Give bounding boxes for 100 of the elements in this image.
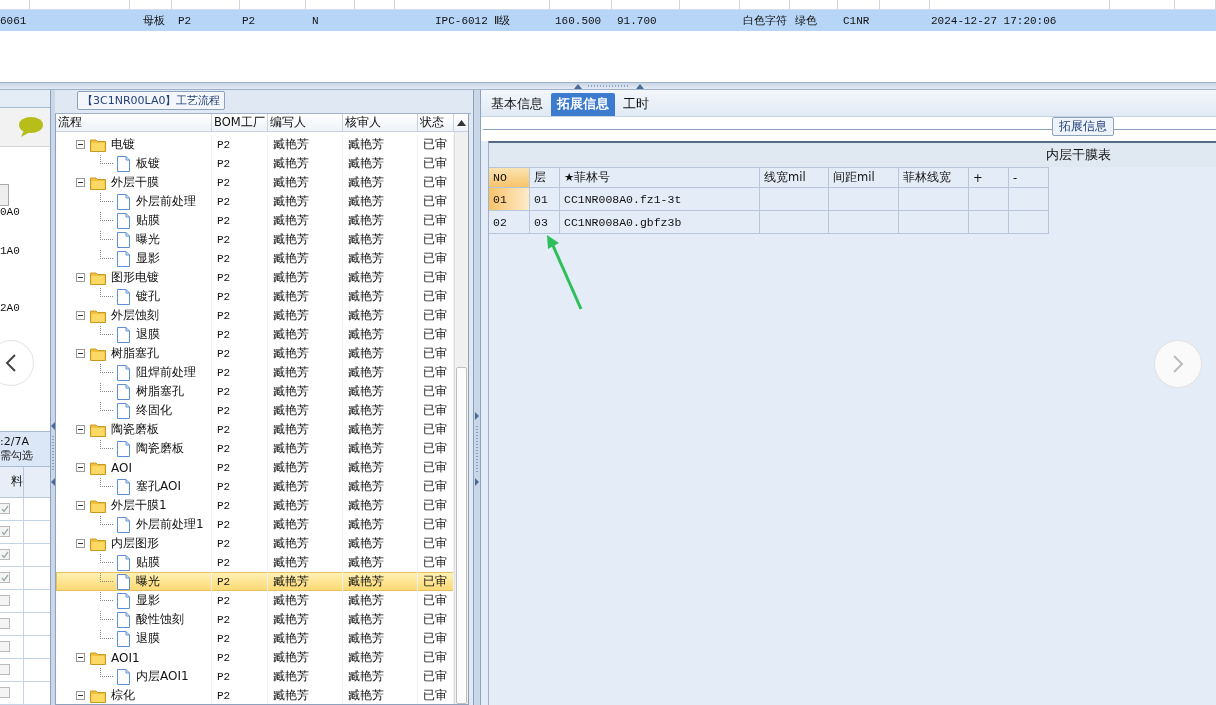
tree-row[interactable]: 退膜 P2 臧艳芳 臧艳芳 已审 <box>56 325 454 344</box>
tree-row[interactable]: 图形电镀 P2 臧艳芳 臧艳芳 已审 <box>56 268 454 287</box>
empty-cell[interactable] <box>760 188 829 211</box>
checkbox[interactable] <box>0 549 10 561</box>
tree-row[interactable]: 阻焊前处理 P2 臧艳芳 臧艳芳 已审 <box>56 363 454 382</box>
row-number-cell[interactable]: 01 <box>489 188 530 211</box>
checkbox[interactable] <box>0 687 10 699</box>
column-header[interactable]: 编写人 <box>268 114 343 131</box>
tab[interactable]: 拓展信息 <box>551 93 615 116</box>
checkbox[interactable] <box>0 618 10 630</box>
checkbox[interactable] <box>0 664 10 676</box>
checkbox[interactable] <box>0 526 10 538</box>
splitter-bar[interactable] <box>473 90 481 705</box>
tree-row[interactable]: 外层前处理1 P2 臧艳芳 臧艳芳 已审 <box>56 515 454 534</box>
table-cell: 臧艳芳 <box>273 326 309 343</box>
column-header[interactable]: - <box>1009 167 1049 188</box>
table-cell: 臧艳芳 <box>273 383 309 400</box>
previous-button[interactable] <box>0 340 34 386</box>
tree-row[interactable]: 外层干膜 P2 臧艳芳 臧艳芳 已审 <box>56 173 454 192</box>
tree-row[interactable]: 酸性蚀刻 P2 臧艳芳 臧艳芳 已审 <box>56 610 454 629</box>
collapse-toggle-icon[interactable] <box>76 311 85 320</box>
collapse-toggle-icon[interactable] <box>76 501 85 510</box>
collapse-toggle-icon[interactable] <box>76 463 85 472</box>
table-cell: 已审 <box>423 573 447 590</box>
collapse-toggle-icon[interactable] <box>76 425 85 434</box>
tree-row[interactable]: 内层AOI1 P2 臧艳芳 臧艳芳 已审 <box>56 667 454 686</box>
column-header[interactable]: 线宽mil <box>760 167 829 188</box>
row-number-cell[interactable]: 02 <box>489 211 530 234</box>
table-cell: 臧艳芳 <box>348 288 384 305</box>
checkbox[interactable] <box>0 641 10 653</box>
tree-line <box>100 287 113 297</box>
empty-cell[interactable] <box>899 211 969 234</box>
scrollbar[interactable] <box>454 132 468 704</box>
collapse-toggle-icon[interactable] <box>76 178 85 187</box>
tree-row[interactable]: 外层蚀刻 P2 臧艳芳 臧艳芳 已审 <box>56 306 454 325</box>
tree-row[interactable]: 板镀 P2 臧艳芳 臧艳芳 已审 <box>56 154 454 173</box>
checkbox[interactable] <box>0 503 10 515</box>
tree-row[interactable]: 树脂塞孔 P2 臧艳芳 臧艳芳 已审 <box>56 382 454 401</box>
document-icon <box>116 155 131 172</box>
tree-row[interactable]: 塞孔AOI P2 臧艳芳 臧艳芳 已审 <box>56 477 454 496</box>
collapse-toggle-icon[interactable] <box>76 653 85 662</box>
table-row[interactable]: 6061 母板 P2 P2 N IPC-6012 Ⅱ级 160.500 91.700 白色字符 绿色 C1NR 2024-12-27 17:20:06 <box>0 10 1216 31</box>
collapse-toggle-icon[interactable] <box>76 273 85 282</box>
scroll-up-icon[interactable] <box>456 119 466 126</box>
tab[interactable]: 基本信息 <box>485 93 549 116</box>
table-cell: 臧艳芳 <box>348 326 384 343</box>
table-cell: 臧艳芳 <box>348 231 384 248</box>
tree-row[interactable]: 内层图形 P2 臧艳芳 臧艳芳 已审 <box>56 534 454 553</box>
table-cell: 已审 <box>423 497 447 514</box>
checkbox[interactable] <box>0 572 10 584</box>
splitter-bar[interactable] <box>51 90 55 705</box>
column-header[interactable]: + <box>969 167 1009 188</box>
tree-row[interactable]: 显影 P2 臧艳芳 臧艳芳 已审 <box>56 591 454 610</box>
tab[interactable]: 工时 <box>617 93 655 116</box>
collapse-toggle-icon[interactable] <box>76 349 85 358</box>
tree-row[interactable]: 陶瓷磨板 P2 臧艳芳 臧艳芳 已审 <box>56 439 454 458</box>
tree-row[interactable]: 曝光 P2 臧艳芳 臧艳芳 已审 <box>56 230 454 249</box>
table-cell: P2 <box>217 556 231 569</box>
empty-cell[interactable] <box>760 211 829 234</box>
tree-row[interactable]: 显影 P2 臧艳芳 臧艳芳 已审 <box>56 249 454 268</box>
tree-row[interactable]: 曝光 P2 臧艳芳 臧艳芳 已审 <box>56 572 454 591</box>
column-header[interactable]: 层 <box>530 167 560 188</box>
empty-cell[interactable] <box>1009 211 1049 234</box>
column-header[interactable]: 状态 <box>418 114 454 131</box>
tree-row[interactable]: 退膜 P2 臧艳芳 臧艳芳 已审 <box>56 629 454 648</box>
checkbox[interactable] <box>0 595 10 607</box>
small-button[interactable] <box>0 183 9 206</box>
column-header[interactable]: 间距mil <box>829 167 899 188</box>
empty-cell[interactable] <box>829 211 899 234</box>
collapse-toggle-icon[interactable] <box>76 140 85 149</box>
collapse-toggle-icon[interactable] <box>76 691 85 700</box>
tree-row[interactable]: 树脂塞孔 P2 臧艳芳 臧艳芳 已审 <box>56 344 454 363</box>
empty-cell[interactable] <box>829 188 899 211</box>
scroll-thumb[interactable] <box>456 367 467 704</box>
tree-row[interactable]: AOI1 P2 臧艳芳 臧艳芳 已审 <box>56 648 454 667</box>
empty-cell[interactable] <box>1009 188 1049 211</box>
folder-icon <box>90 688 106 703</box>
table-cell: 已审 <box>423 136 447 153</box>
splitter-bar[interactable] <box>0 82 1216 90</box>
column-header[interactable]: 菲林线宽 <box>899 167 969 188</box>
speech-bubble-icon[interactable] <box>16 115 44 138</box>
tree-row[interactable]: 棕化 P2 臧艳芳 臧艳芳 已审 <box>56 686 454 704</box>
empty-cell[interactable] <box>969 211 1009 234</box>
empty-cell[interactable] <box>969 188 1009 211</box>
tree-row[interactable]: 贴膜 P2 臧艳芳 臧艳芳 已审 <box>56 211 454 230</box>
table-cell: 臧艳芳 <box>348 687 384 704</box>
tree-row[interactable]: 陶瓷磨板 P2 臧艳芳 臧艳芳 已审 <box>56 420 454 439</box>
tree-row[interactable]: 外层干膜1 P2 臧艳芳 臧艳芳 已审 <box>56 496 454 515</box>
column-header[interactable]: BOM工厂 <box>212 114 268 131</box>
tree-row[interactable]: 电镀 P2 臧艳芳 臧艳芳 已审 <box>56 135 454 154</box>
column-header[interactable]: ★菲林号 <box>560 167 760 188</box>
tree-row[interactable]: 终固化 P2 臧艳芳 臧艳芳 已审 <box>56 401 454 420</box>
tree-row[interactable]: AOI P2 臧艳芳 臧艳芳 已审 <box>56 458 454 477</box>
column-header[interactable]: 流程 <box>56 114 212 131</box>
tree-row[interactable]: 外层前处理 P2 臧艳芳 臧艳芳 已审 <box>56 192 454 211</box>
column-header[interactable]: 核审人 <box>343 114 418 131</box>
tree-row[interactable]: 镀孔 P2 臧艳芳 臧艳芳 已审 <box>56 287 454 306</box>
empty-cell[interactable] <box>899 188 969 211</box>
column-header[interactable]: NO <box>489 167 530 188</box>
collapse-toggle-icon[interactable] <box>76 539 85 548</box>
